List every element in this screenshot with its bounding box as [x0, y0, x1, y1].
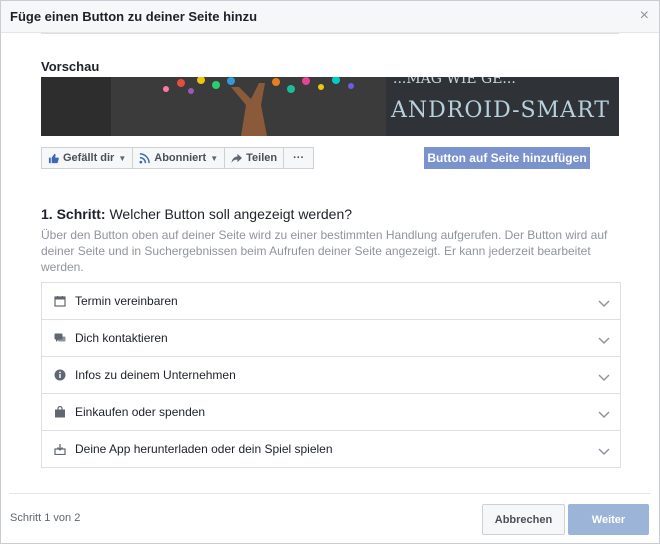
- more-options-button[interactable]: ···: [283, 147, 315, 169]
- rss-icon: [139, 152, 151, 164]
- chevron-down-icon: [598, 332, 610, 350]
- page-action-bar: Gefällt dir ▼ Abonniert ▼ Teilen ···: [41, 147, 315, 169]
- option-label: Termin vereinbaren: [75, 294, 178, 308]
- share-button[interactable]: Teilen: [224, 147, 285, 169]
- calendar-icon: [54, 295, 66, 307]
- chat-bubbles-icon: [54, 332, 66, 344]
- chevron-down-icon: ▼: [118, 153, 127, 163]
- option-book-appointment[interactable]: Termin vereinbaren: [42, 283, 620, 320]
- chevron-down-icon: ▼: [210, 153, 219, 163]
- step-number: 1. Schritt:: [41, 206, 106, 222]
- option-label: Einkaufen oder spenden: [75, 405, 206, 419]
- info-icon: [54, 369, 66, 381]
- step-question: Welcher Button soll angezeigt werden?: [109, 206, 353, 222]
- option-download-app-or-play-game[interactable]: Deine App herunterladen oder dein Spiel …: [42, 431, 620, 467]
- option-learn-about-business[interactable]: Infos zu deinem Unternehmen: [42, 357, 620, 394]
- share-arrow-icon: [231, 153, 243, 164]
- preview-label: Vorschau: [41, 59, 100, 74]
- step-heading: 1. Schritt: Welcher Button soll angezeig…: [41, 206, 352, 222]
- chevron-down-icon: [598, 295, 610, 313]
- option-label: Infos zu deinem Unternehmen: [75, 368, 236, 382]
- follow-button[interactable]: Abonniert ▼: [132, 147, 226, 169]
- button-options-list: Termin vereinbaren Dich kontaktieren Inf…: [41, 282, 621, 468]
- option-label: Dich kontaktieren: [75, 331, 168, 345]
- add-button-dialog: Füge einen Button zu deiner Seite hinzu …: [0, 0, 660, 544]
- footer-divider: [9, 493, 651, 494]
- chevron-down-icon: [598, 369, 610, 387]
- close-icon[interactable]: ×: [640, 7, 649, 25]
- cover-photo: ...MAG WIE GE... ANDROID-SMART: [41, 77, 619, 136]
- chevron-down-icon: [598, 406, 610, 424]
- cancel-button[interactable]: Abbrechen: [482, 504, 565, 535]
- dialog-title: Füge einen Button zu deiner Seite hinzu: [10, 9, 258, 24]
- share-label: Teilen: [246, 152, 278, 164]
- add-button-to-page-button[interactable]: Button auf Seite hinzufügen: [424, 147, 590, 169]
- like-label: Gefällt dir: [63, 152, 115, 164]
- divider: [41, 33, 619, 34]
- cover-text: ANDROID-SMART: [390, 98, 610, 123]
- option-label: Deine App herunterladen oder dein Spiel …: [75, 442, 333, 456]
- option-contact-you[interactable]: Dich kontaktieren: [42, 320, 620, 357]
- dialog-header: Füge einen Button zu deiner Seite hinzu …: [1, 1, 659, 33]
- option-shop-or-donate[interactable]: Einkaufen oder spenden: [42, 394, 620, 431]
- thumbs-up-icon: [48, 153, 59, 164]
- download-icon: [54, 443, 66, 455]
- chevron-down-icon: [598, 443, 610, 461]
- like-button[interactable]: Gefällt dir ▼: [41, 147, 134, 169]
- cover-text-top: ...MAG WIE GE...: [393, 77, 516, 87]
- follow-label: Abonniert: [154, 152, 207, 164]
- shopping-bag-icon: [54, 406, 66, 418]
- step-description: Über den Button oben auf deiner Seite wi…: [41, 228, 608, 274]
- step-counter: Schritt 1 von 2: [10, 512, 81, 524]
- more-dots-icon: ···: [293, 152, 305, 164]
- next-button[interactable]: Weiter: [568, 504, 649, 535]
